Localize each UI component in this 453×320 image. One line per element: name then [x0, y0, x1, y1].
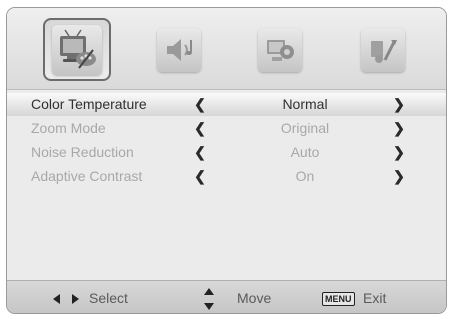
- left-arrow-icon[interactable]: ❮: [193, 141, 207, 164]
- menu-item-value: Auto: [290, 144, 320, 160]
- menu-item-label: Noise Reduction: [31, 144, 134, 160]
- left-right-arrows-icon: [53, 281, 79, 313]
- right-arrow-icon[interactable]: ❯: [392, 93, 406, 116]
- menu-item-label: Adaptive Contrast: [31, 168, 143, 184]
- sound-tab[interactable]: [147, 18, 211, 81]
- tools-tab[interactable]: [351, 18, 415, 81]
- left-arrow-icon[interactable]: ❮: [193, 93, 207, 116]
- menu-item-label: Zoom Mode: [31, 120, 106, 136]
- menu-item-value: On: [295, 168, 315, 184]
- right-arrow-icon[interactable]: ❯: [392, 165, 406, 188]
- menu-key-icon: MENU: [322, 281, 355, 313]
- left-arrow-icon[interactable]: ❮: [193, 117, 207, 140]
- move-hint: Move: [237, 290, 272, 306]
- help-bar: Select Move MENU Exit: [7, 280, 446, 313]
- menu-item-adaptive-contrast[interactable]: Adaptive Contrast ❮ On ❯: [7, 165, 446, 188]
- menu-item-color-temperature[interactable]: Color Temperature ❮ Normal ❯: [7, 93, 446, 116]
- menu-key-label: MENU: [322, 292, 355, 307]
- sound-icon: [157, 27, 201, 72]
- category-tab-bar: [7, 8, 446, 90]
- setup-tab[interactable]: [248, 18, 312, 81]
- menu-item-zoom-mode[interactable]: Zoom Mode ❮ Original ❯: [7, 117, 446, 140]
- right-arrow-icon[interactable]: ❯: [392, 141, 406, 164]
- setup-icon: [258, 27, 302, 72]
- menu-item-value: Original: [280, 120, 330, 136]
- menu-item-label: Color Temperature: [31, 96, 147, 112]
- up-down-arrows-icon: [204, 281, 214, 313]
- left-arrow-icon[interactable]: ❮: [193, 165, 207, 188]
- picture-tab[interactable]: [43, 18, 111, 81]
- settings-list: Color Temperature ❮ Normal ❯ Zoom Mode ❮…: [7, 90, 446, 280]
- osd-menu: Color Temperature ❮ Normal ❯ Zoom Mode ❮…: [6, 7, 447, 314]
- tools-icon: [361, 27, 405, 72]
- menu-item-value: Normal: [282, 96, 328, 112]
- menu-item-noise-reduction[interactable]: Noise Reduction ❮ Auto ❯: [7, 141, 446, 164]
- exit-hint: Exit: [363, 290, 387, 306]
- picture-icon: [52, 24, 102, 75]
- select-hint: Select: [89, 290, 128, 306]
- right-arrow-icon[interactable]: ❯: [392, 117, 406, 140]
